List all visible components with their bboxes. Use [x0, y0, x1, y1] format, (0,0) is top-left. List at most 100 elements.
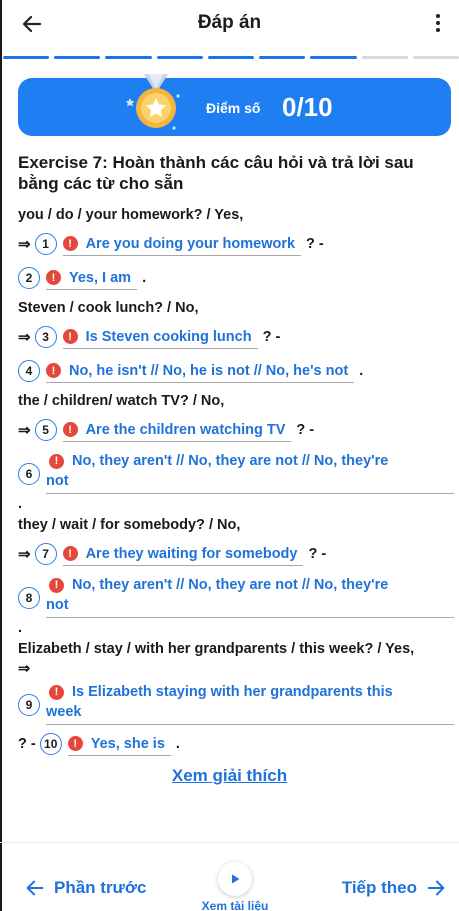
- implies-arrow-icon: ⇒: [18, 422, 31, 439]
- implies-arrow-icon: ⇒: [18, 329, 31, 346]
- answer-row-1: ⇒ 1 ! Are you doing your homework ? -: [18, 231, 454, 257]
- sentence-tail: .: [18, 496, 23, 512]
- answer-field[interactable]: ! Yes, she is: [67, 732, 171, 756]
- next-label: Tiếp theo: [341, 878, 417, 897]
- answer-text: Is Steven cooking lunch: [85, 328, 252, 345]
- implies-arrow-icon: ⇒: [18, 661, 31, 677]
- blank-number: 6: [18, 463, 40, 485]
- progress-segment: [361, 56, 408, 59]
- progress-segment: [310, 56, 357, 59]
- answer-row-9: 9 ! Is Elizabeth staying with her grandp…: [18, 682, 454, 725]
- previous-label: Phần trước: [54, 878, 147, 897]
- blank-number: 3: [34, 326, 57, 348]
- answer-row-6: 6 ! No, they aren't // No, they are not …: [18, 451, 454, 494]
- exclamation-icon: !: [62, 546, 78, 561]
- progress-bar: [3, 56, 459, 60]
- progress-segment: [156, 56, 203, 59]
- answer-field[interactable]: ! Is Elizabeth staying with her grandpar…: [46, 682, 454, 725]
- medal-icon: [125, 74, 180, 130]
- answer-field[interactable]: ! Are you doing your homework: [62, 232, 302, 256]
- sentence-tail: ? -: [306, 236, 324, 252]
- answer-text: No, they aren't // No, they are not // N…: [72, 453, 389, 469]
- answer-text: Are the children watching TV: [85, 421, 286, 438]
- answer-row-5: ⇒ 5 ! Are the children watching TV ? -: [18, 417, 454, 443]
- answer-text-continued: not: [46, 473, 69, 489]
- answer-field[interactable]: ! Are the children watching TV: [62, 418, 292, 442]
- exclamation-icon: !: [62, 422, 78, 437]
- more-vertical-icon: [436, 14, 440, 18]
- view-document-button[interactable]: [218, 862, 252, 896]
- previous-section-button[interactable]: Phần trước: [24, 877, 146, 899]
- sentence-tail: ? -: [308, 546, 327, 562]
- exclamation-icon: !: [46, 270, 61, 285]
- progress-segment: [207, 56, 255, 59]
- answer-text: Is Elizabeth staying with her grandparen…: [72, 684, 393, 700]
- view-document-label[interactable]: Xem tài liệu: [180, 899, 290, 911]
- exclamation-icon: !: [49, 684, 64, 700]
- answer-text-continued: not: [46, 597, 69, 613]
- answer-field[interactable]: ! Yes, I am: [46, 266, 138, 290]
- answer-field[interactable]: ! No, they aren't // No, they are not //…: [46, 451, 454, 494]
- answer-text: No, he isn't // No, he is not // No, he'…: [69, 362, 349, 379]
- blank-number: 2: [18, 267, 40, 289]
- sentence-tail: .: [18, 620, 23, 636]
- exclamation-icon: !: [46, 363, 61, 378]
- sentence-prefix: ? -: [18, 736, 36, 752]
- exclamation-icon: !: [67, 736, 83, 751]
- answer-text: Are you doing your homework: [85, 235, 296, 252]
- implies-arrow-icon: ⇒: [18, 546, 31, 563]
- answer-row-3: ⇒ 3 ! Is Steven cooking lunch ? -: [18, 324, 454, 350]
- exclamation-icon: !: [62, 329, 78, 344]
- answer-field[interactable]: ! No, they aren't // No, they are not //…: [46, 575, 454, 618]
- prompt-2: Steven / cook lunch? / No,: [18, 300, 199, 316]
- score-label: Điểm số: [206, 100, 261, 116]
- prompt-5: Elizabeth / stay / with her grandparents…: [18, 641, 415, 657]
- play-icon: [232, 874, 240, 884]
- prompt-4: they / wait / for somebody? / No,: [18, 517, 241, 533]
- next-section-button[interactable]: Tiếp theo: [342, 877, 447, 899]
- answer-field[interactable]: ! Is Steven cooking lunch: [62, 325, 258, 349]
- more-options-button[interactable]: [435, 14, 441, 36]
- blank-number: 5: [34, 419, 57, 441]
- progress-segment: [105, 56, 152, 59]
- exclamation-icon: !: [49, 577, 64, 593]
- answer-row-8: 8 ! No, they aren't // No, they are not …: [18, 575, 454, 618]
- blank-number: 8: [18, 587, 40, 609]
- answer-text: Are they waiting for somebody: [85, 545, 298, 562]
- progress-segment: [54, 56, 101, 59]
- app-header: Đáp án: [0, 0, 459, 48]
- arrow-right-icon: [427, 880, 445, 896]
- prompt-1: you / do / your homework? / Yes,: [18, 207, 244, 223]
- answer-row-2: 2 ! Yes, I am .: [18, 265, 454, 291]
- footer-divider: [0, 842, 459, 843]
- prompt-3: the / children/ watch TV? / No,: [18, 393, 225, 409]
- answer-row-4: 4 ! No, he isn't // No, he is not // No,…: [18, 358, 454, 384]
- blank-number: 10: [39, 733, 62, 755]
- answer-row-10: ? - 10 ! Yes, she is .: [18, 731, 454, 757]
- progress-segment: [259, 56, 306, 59]
- sentence-tail: ? -: [296, 422, 315, 438]
- sentence-tail: .: [142, 270, 147, 286]
- answer-text: Yes, I am: [69, 269, 132, 286]
- explanation-link-wrap: Xem giải thích: [0, 766, 459, 786]
- arrow-left-icon: [26, 880, 44, 896]
- blank-number: 1: [34, 233, 57, 255]
- exclamation-icon: !: [62, 236, 78, 251]
- answer-field[interactable]: ! No, he isn't // No, he is not // No, h…: [46, 359, 355, 383]
- exercise-title: Exercise 7: Hoàn thành các câu hỏi và tr…: [18, 153, 414, 193]
- progress-segment: [412, 56, 459, 59]
- view-explanation-link[interactable]: Xem giải thích: [172, 766, 287, 785]
- answer-text: Yes, she is: [90, 735, 165, 752]
- page-title: Đáp án: [197, 12, 262, 33]
- answer-field[interactable]: ! Are they waiting for somebody: [62, 542, 304, 566]
- progress-segment: [3, 56, 50, 59]
- implies-arrow-icon: ⇒: [18, 236, 31, 253]
- sentence-tail: .: [175, 736, 180, 752]
- sentence-tail: ? -: [262, 329, 281, 345]
- exclamation-icon: !: [49, 453, 64, 469]
- blank-number: 7: [34, 543, 57, 565]
- answer-text: No, they aren't // No, they are not // N…: [72, 577, 389, 593]
- exercise-content: Exercise 7: Hoàn thành các câu hỏi và tr…: [18, 152, 454, 765]
- blank-number: 4: [18, 360, 40, 382]
- sentence-tail: .: [359, 363, 364, 379]
